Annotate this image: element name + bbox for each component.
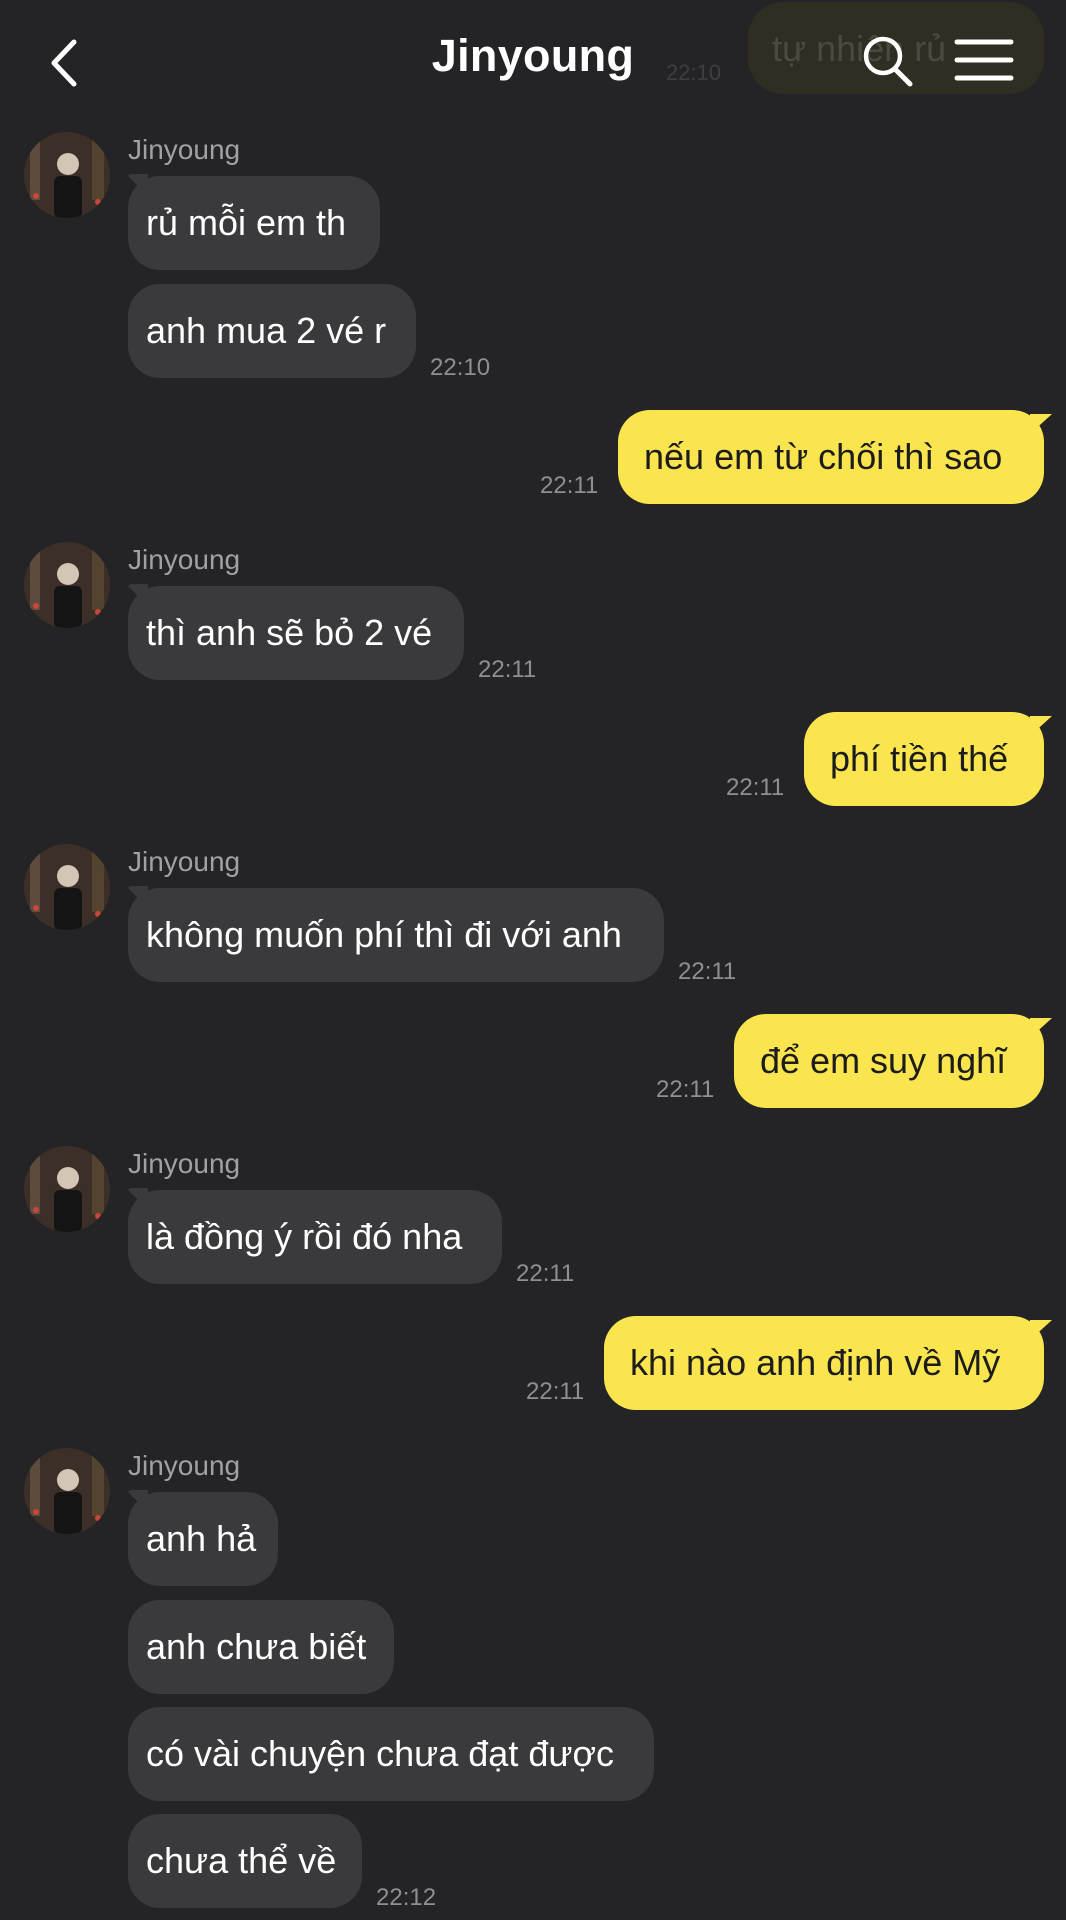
avatar[interactable] [24,542,110,628]
menu-button[interactable] [954,34,1014,86]
message-bubble-incoming[interactable]: anh mua 2 vé r [128,284,416,378]
avatar[interactable] [24,132,110,218]
message-bubble-incoming[interactable]: anh chưa biết [128,1600,394,1694]
sender-name: Jinyoung [128,544,241,575]
profile-photo [24,844,110,930]
profile-photo [24,542,110,628]
profile-photo [24,1448,110,1534]
message-timestamp: 22:11 [678,958,737,985]
message-bubble-incoming[interactable]: rủ mỗi em th [128,176,380,270]
message-bubble-outgoing[interactable]: khi nào anh định về Mỹ [604,1316,1044,1410]
sender-name: Jinyoung [128,846,241,877]
sender-name: Jinyoung [128,134,241,165]
message-bubble-incoming[interactable]: thì anh sẽ bỏ 2 vé [128,586,464,680]
chat-header: tự nhiên rủ 22:10 Jinyoung [0,0,1066,120]
hamburger-menu-icon [954,39,1014,81]
message-bubble-outgoing[interactable]: phí tiền thế [804,712,1044,806]
message-timestamp: 22:12 [376,1884,437,1911]
profile-photo [24,1146,110,1232]
message-bubble-outgoing[interactable]: để em suy nghĩ [734,1014,1044,1108]
sender-name: Jinyoung [128,1148,241,1179]
message-bubble-incoming[interactable]: là đồng ý rồi đó nha [128,1190,502,1284]
message-timestamp: 22:11 [516,1260,575,1287]
message-bubble-incoming[interactable]: không muốn phí thì đi với anh [128,888,664,982]
message-timestamp: 22:11 [540,472,599,499]
message-timestamp: 22:11 [526,1378,585,1405]
avatar[interactable] [24,844,110,930]
message-bubble-incoming[interactable]: anh hả [128,1492,278,1586]
message-timestamp: 22:11 [726,774,785,801]
message-bubble-incoming[interactable]: chưa thể về [128,1814,362,1908]
avatar[interactable] [24,1448,110,1534]
profile-photo [24,132,110,218]
search-icon [863,36,913,87]
message-timestamp: 22:11 [478,656,537,683]
avatar[interactable] [24,1146,110,1232]
sender-name: Jinyoung [128,1450,241,1481]
message-timestamp: 22:11 [656,1076,715,1103]
message-bubble-outgoing[interactable]: nếu em từ chối thì sao [618,410,1044,504]
message-timestamp: 22:10 [430,354,491,381]
message-bubble-incoming[interactable]: có vài chuyện chưa đạt được [128,1707,654,1801]
search-button[interactable] [860,30,916,90]
